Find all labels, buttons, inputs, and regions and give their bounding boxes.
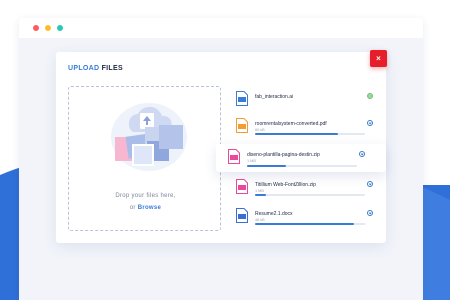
file-name: diseno-plantilla-pagina-destin.zip bbox=[247, 152, 320, 158]
upload-progress-bar bbox=[255, 223, 365, 225]
file-size: 60 kB bbox=[255, 128, 265, 132]
close-dialog-button[interactable]: × bbox=[370, 50, 387, 67]
file-list: fab_interaction.ai roomrentalsystem-conv… bbox=[216, 52, 386, 243]
file-size: 1 MB bbox=[255, 189, 264, 193]
upload-status-icon[interactable] bbox=[359, 151, 365, 157]
file-item[interactable]: Titillium Web-FontZillion.zip 1 MB bbox=[232, 177, 382, 201]
file-name: Resume2.1.docx bbox=[255, 211, 293, 217]
window-close-dot[interactable] bbox=[33, 25, 39, 31]
file-item-active[interactable]: diseno-plantilla-pagina-destin.zip 1 MB bbox=[216, 144, 386, 172]
upload-status-icon[interactable] bbox=[367, 210, 373, 216]
pdf-file-icon bbox=[236, 118, 248, 133]
file-name: roomrentalsystem-converted.pdf bbox=[255, 121, 327, 127]
upload-dialog: UPLOAD FILES Drop your files here, or Br… bbox=[56, 52, 386, 243]
dialog-title: UPLOAD FILES bbox=[68, 65, 123, 72]
file-name: fab_interaction.ai bbox=[255, 94, 294, 100]
file-size: 48 kB bbox=[255, 218, 265, 222]
upload-cloud-illustration bbox=[111, 103, 187, 171]
zip-file-icon bbox=[236, 179, 248, 194]
upload-status-icon[interactable] bbox=[367, 120, 373, 126]
window-minimize-dot[interactable] bbox=[45, 25, 51, 31]
file-size: 1 MB bbox=[247, 159, 256, 163]
upload-progress-bar bbox=[255, 194, 365, 196]
title-accent: UPLOAD bbox=[68, 65, 100, 72]
upload-progress-bar bbox=[247, 165, 357, 167]
dropzone-or: or bbox=[129, 205, 136, 211]
upload-progress-bar bbox=[255, 133, 365, 135]
upload-complete-icon bbox=[367, 93, 373, 99]
browse-link[interactable]: Browse bbox=[138, 205, 161, 211]
upload-status-icon[interactable] bbox=[367, 181, 373, 187]
dropzone-browse-line: or Browse bbox=[69, 205, 222, 211]
file-item[interactable]: Resume2.1.docx 48 kB bbox=[232, 206, 382, 230]
window-titlebar bbox=[19, 18, 423, 38]
window-maximize-dot[interactable] bbox=[57, 25, 63, 31]
file-name: Titillium Web-FontZillion.zip bbox=[255, 182, 316, 188]
dropzone-instructions: Drop your files here, bbox=[115, 193, 176, 199]
file-item[interactable]: fab_interaction.ai bbox=[232, 89, 382, 113]
title-rest: FILES bbox=[101, 65, 123, 72]
ai-file-icon bbox=[236, 91, 248, 106]
file-dropzone[interactable]: Drop your files here, or Browse bbox=[68, 86, 221, 231]
zip-file-icon bbox=[228, 149, 240, 164]
doc-file-icon bbox=[236, 208, 248, 223]
file-item[interactable]: roomrentalsystem-converted.pdf 60 kB bbox=[232, 116, 382, 140]
